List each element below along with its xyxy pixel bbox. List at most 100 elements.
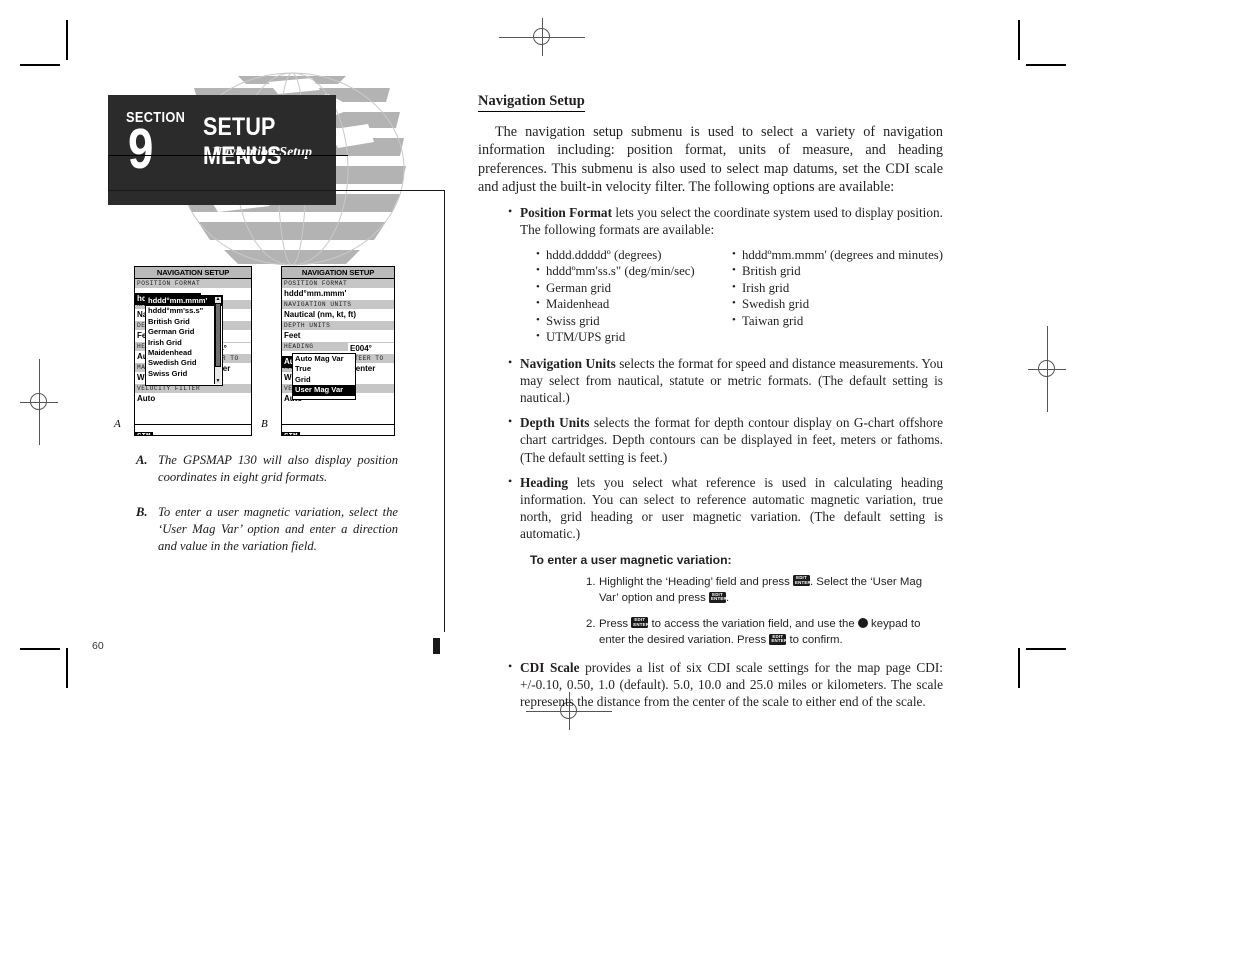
section-number: 9 bbox=[128, 117, 154, 181]
step-2-part-4: to confirm. bbox=[786, 634, 843, 647]
position-format-item: Maidenhead bbox=[536, 295, 714, 313]
screen-a-dropdown-scrollbar[interactable]: ▲ ▼ bbox=[214, 297, 221, 384]
main-content-column: Navigation Setup The navigation setup su… bbox=[478, 92, 943, 718]
position-format-item: UTM/UPS grid bbox=[536, 328, 714, 346]
position-format-item: Irish grid bbox=[732, 279, 943, 297]
crop-mark-top-right-h bbox=[1026, 64, 1066, 66]
rocker-keypad-icon bbox=[857, 617, 868, 628]
screen-b-value-position-format[interactable]: hddd°mm.mmm' bbox=[282, 288, 394, 300]
option-term-position-format: Position Format bbox=[520, 205, 613, 221]
position-format-column-2: hdddºmm.mmm' (degrees and minutes) Briti… bbox=[732, 246, 943, 346]
screen-a-option-0[interactable]: hddd°mm.mmm' bbox=[146, 296, 222, 307]
figure-frame-right bbox=[444, 190, 446, 632]
registration-mark-left bbox=[20, 359, 58, 445]
option-navigation-units: Navigation Units selects the format for … bbox=[508, 354, 943, 407]
screen-a-option-3[interactable]: German Grid bbox=[146, 327, 222, 337]
scrollbar-thumb[interactable] bbox=[215, 303, 221, 367]
key-line-2: ENTER bbox=[710, 596, 727, 602]
step-1-part-3: . bbox=[725, 592, 730, 605]
banner-rule-upper bbox=[108, 155, 348, 157]
screen-a-label-position-format: POSITION FORMAT bbox=[135, 279, 251, 288]
screen-a-option-4[interactable]: Irish Grid bbox=[146, 338, 222, 348]
caption-a-text: The GPSMAP 130 will also display positio… bbox=[158, 453, 398, 484]
position-format-item: German grid bbox=[536, 279, 714, 297]
gps-screen-a: NAVIGATION SETUP POSITION FORMAT hddd°mm… bbox=[134, 266, 252, 436]
screen-a-status-bar: SIM bbox=[135, 424, 251, 435]
position-format-item: hdddºmm.mmm' (degrees and minutes) bbox=[732, 246, 943, 264]
screen-b-option-1[interactable]: True bbox=[293, 364, 355, 374]
edit-enter-key-icon: EDIT ENTER bbox=[631, 617, 650, 629]
crop-mark-bottom-right-v bbox=[1018, 648, 1020, 688]
crop-mark-bottom-right-h bbox=[1026, 648, 1066, 650]
screen-b-label-position-format: POSITION FORMAT bbox=[282, 279, 394, 288]
procedure-step-2: Press EDIT ENTER to access the variation … bbox=[586, 616, 943, 649]
option-position-format: Position Format lets you select the coor… bbox=[508, 203, 943, 238]
screen-b-heading-dropdown[interactable]: Auto Mag Var True Grid User Mag Var bbox=[292, 353, 356, 400]
screen-b-status-bar: SIM bbox=[282, 424, 394, 435]
intro-paragraph: The navigation setup submenu is used to … bbox=[478, 124, 943, 195]
scroll-up-arrow-icon[interactable]: ▲ bbox=[215, 297, 221, 302]
crop-mark-top-left-h bbox=[20, 64, 60, 66]
position-format-item: hddd.dddddº (degrees) bbox=[536, 246, 714, 264]
screen-a-status-text: SIM bbox=[135, 432, 153, 435]
screen-a-option-5[interactable]: Maidenhead bbox=[146, 348, 222, 358]
procedure-steps: Highlight the ‘Heading’ field and press … bbox=[478, 574, 943, 649]
screen-a-option-7[interactable]: Swiss Grid bbox=[146, 369, 222, 379]
key-line-2: ENTER bbox=[633, 621, 650, 627]
screen-a-option-1[interactable]: hddd°mm'ss.s" bbox=[146, 306, 222, 316]
option-depth-units: Depth Units selects the format for depth… bbox=[508, 413, 943, 466]
edit-enter-key-icon: EDIT ENTER bbox=[769, 633, 788, 645]
step-2-part-2: to access the variation field, and use t… bbox=[648, 617, 858, 630]
registration-mark-top bbox=[499, 18, 585, 56]
registration-mark-right bbox=[1028, 326, 1066, 412]
options-list: Position Format lets you select the coor… bbox=[478, 203, 943, 238]
screen-b-label-depth-units: DEPTH UNITS bbox=[282, 321, 394, 330]
option-cdi-scale: CDI Scale provides a list of six CDI sca… bbox=[508, 658, 943, 711]
screen-b-option-2[interactable]: Grid bbox=[293, 375, 355, 385]
caption-b-label: B. bbox=[136, 505, 148, 519]
option-term-depth-units: Depth Units bbox=[520, 415, 590, 431]
option-heading: Heading lets you select what reference i… bbox=[508, 473, 943, 543]
procedure-step-1: Highlight the ‘Heading’ field and press … bbox=[586, 574, 943, 607]
screen-a-option-2[interactable]: British Grid bbox=[146, 317, 222, 327]
figure-frame-top bbox=[108, 190, 445, 192]
gps-screen-b: NAVIGATION SETUP POSITION FORMAT hddd°mm… bbox=[281, 266, 395, 436]
screen-b-label-navigation-units: NAVIGATION UNITS bbox=[282, 300, 394, 309]
option-term-heading: Heading bbox=[520, 474, 569, 490]
position-format-item: Swedish grid bbox=[732, 295, 943, 313]
screen-a-position-format-dropdown[interactable]: ▲ ▼ hddd°mm.mmm' hddd°mm'ss.s" British G… bbox=[145, 295, 223, 386]
key-line-2: ENTER bbox=[794, 579, 811, 585]
options-list-continued: Navigation Units selects the format for … bbox=[478, 354, 943, 543]
screen-b-value-navigation-units[interactable]: Nautical (nm, kt, ft) bbox=[282, 309, 394, 321]
procedure-title: To enter a user magnetic variation: bbox=[530, 552, 732, 567]
page-number: 60 bbox=[92, 640, 104, 652]
crop-mark-bottom-left-h bbox=[20, 648, 60, 650]
scroll-down-arrow-icon[interactable]: ▼ bbox=[215, 379, 221, 384]
option-term-navigation-units: Navigation Units bbox=[520, 355, 616, 371]
position-format-item: hdddºmm'ss.s" (deg/min/sec) bbox=[536, 262, 714, 280]
crop-mark-top-right-v bbox=[1018, 20, 1020, 60]
step-1-part-1: Highlight the ‘Heading’ field and press bbox=[599, 575, 793, 588]
figure-caption-a: A. The GPSMAP 130 will also display posi… bbox=[136, 452, 398, 486]
edit-enter-key-icon: EDIT ENTER bbox=[708, 591, 727, 603]
screen-a-title: NAVIGATION SETUP bbox=[135, 267, 251, 279]
position-format-column-1: hddd.dddddº (degrees) hdddºmm'ss.s" (deg… bbox=[536, 246, 714, 346]
screen-b-title: NAVIGATION SETUP bbox=[282, 267, 394, 279]
crop-mark-top-left-v bbox=[66, 20, 68, 60]
screen-a-option-6[interactable]: Swedish Grid bbox=[146, 358, 222, 368]
step-2-part-1: Press bbox=[599, 617, 632, 630]
screen-b-option-0[interactable]: Auto Mag Var bbox=[293, 354, 355, 364]
print-trim-mark bbox=[433, 638, 440, 654]
options-list-cdi: CDI Scale provides a list of six CDI sca… bbox=[478, 658, 943, 711]
caption-a-label: A. bbox=[136, 453, 148, 467]
screen-b-status-text: SIM bbox=[282, 432, 300, 435]
screen-b-value-depth-units[interactable]: Feet bbox=[282, 330, 394, 342]
position-format-item: Swiss grid bbox=[536, 312, 714, 330]
section-subtitle: Navigation Setup bbox=[212, 145, 312, 160]
screen-b-option-3[interactable]: User Mag Var bbox=[293, 385, 355, 396]
key-line-2: ENTER bbox=[771, 638, 788, 644]
crop-mark-bottom-left-v bbox=[66, 648, 68, 688]
screen-a-value-velocity-filter[interactable]: Auto bbox=[135, 393, 251, 405]
position-format-item: Taiwan grid bbox=[732, 312, 943, 330]
figure-letter-a: A bbox=[114, 418, 121, 430]
